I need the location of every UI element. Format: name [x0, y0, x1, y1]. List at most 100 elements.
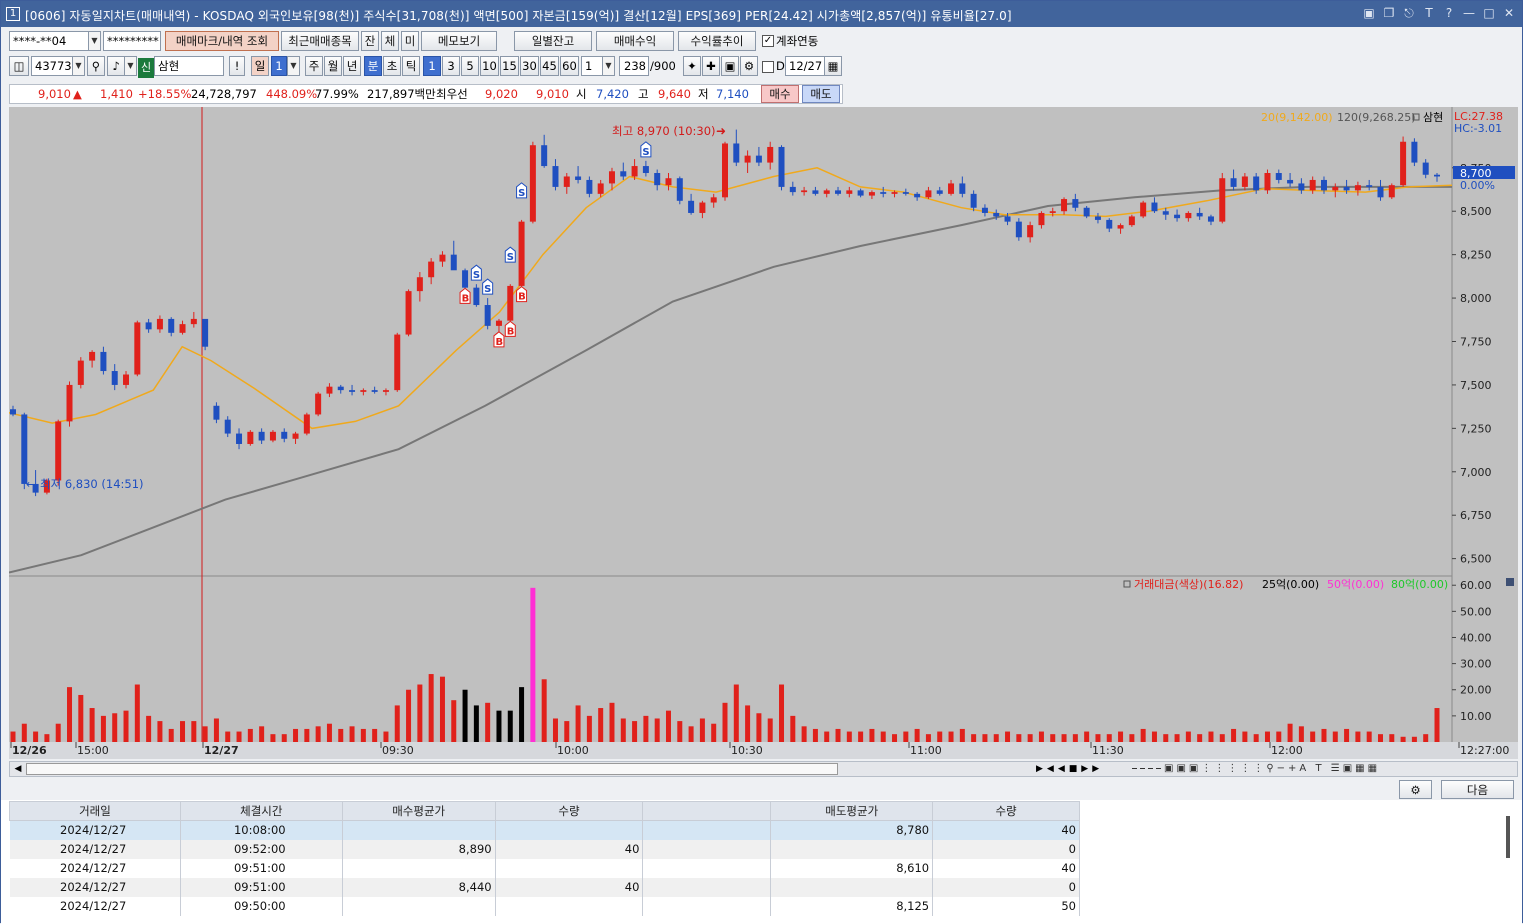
gear-icon[interactable]: ⚙ — [1399, 780, 1432, 799]
stock-name-field[interactable]: 삼현 — [154, 56, 224, 76]
candle-body — [541, 145, 548, 167]
price-change: 1,410 — [100, 87, 133, 101]
playback-controls[interactable]: ▶◀◀■▶▶ — [1036, 763, 1126, 775]
stock-code-input[interactable]: 437730 — [31, 56, 73, 76]
price-tick-label: 6,500 — [1460, 553, 1492, 566]
sell-button[interactable]: 매도 — [802, 85, 840, 103]
period-week[interactable]: 주 — [305, 56, 323, 76]
maximize-icon[interactable]: □ — [1482, 5, 1496, 21]
date-check-label: D — [776, 59, 785, 73]
alert-button[interactable]: ! — [229, 56, 245, 76]
col-sell-qty[interactable]: 수량 — [932, 801, 1080, 821]
cell-sell-qty: 0 — [932, 877, 1080, 897]
horizontal-scrollbar[interactable] — [26, 763, 838, 775]
period-tick[interactable]: 틱 — [402, 56, 420, 76]
tab-balance[interactable]: 잔 — [361, 31, 379, 51]
indicator-icon[interactable]: ✦ — [683, 56, 701, 76]
period-second[interactable]: 초 — [383, 56, 401, 76]
date-checkbox[interactable] — [762, 61, 774, 73]
buy-button[interactable]: 매수 — [761, 85, 799, 103]
col-exec-time[interactable]: 체결시간 — [179, 801, 343, 821]
account-link-checkbox[interactable]: ✓ — [762, 35, 774, 47]
restore-icon[interactable]: ▣ — [1362, 5, 1376, 21]
interval-10[interactable]: 10 — [480, 56, 499, 76]
font-icon[interactable]: T — [1422, 5, 1436, 21]
volume-bar — [67, 687, 73, 742]
table-row[interactable]: 2024/12/27 09:51:00 8,440 40 0 — [9, 877, 1080, 897]
close-icon[interactable]: ✕ — [1502, 5, 1516, 21]
grid-scrollbar[interactable] — [1506, 816, 1510, 858]
mark-label: S — [518, 188, 525, 199]
layout-icon[interactable]: ◫ — [9, 56, 29, 76]
col-sell-avg[interactable]: 매도평균가 — [770, 801, 934, 821]
account-input[interactable]: ****-**04 — [9, 31, 89, 51]
calendar-icon[interactable]: ▦ — [824, 56, 842, 76]
col-buy-qty[interactable]: 수량 — [494, 801, 644, 821]
interval-15[interactable]: 15 — [500, 56, 519, 76]
chart-area[interactable]: 8,7508,5008,2508,0007,7507,5007,2507,000… — [8, 107, 1518, 759]
interval-5[interactable]: 5 — [461, 56, 479, 76]
volume-bar — [801, 726, 807, 742]
period-day[interactable]: 일 — [251, 56, 269, 76]
interval-60[interactable]: 60 — [560, 56, 579, 76]
table-row[interactable]: 2024/12/27 09:50:00 8,125 50 — [9, 896, 1080, 916]
candle-body — [1241, 176, 1248, 187]
save-icon[interactable]: ▣ — [721, 56, 739, 76]
copy-icon[interactable]: ❐ — [1382, 5, 1396, 21]
table-row[interactable]: 2024/12/27 09:51:00 8,610 40 — [9, 858, 1080, 878]
speaker-icon[interactable]: ♪ — [107, 56, 125, 76]
account-toolbar: ****-**04 ▼ ********* 매매마크/내역 조회 최근매매종목 … — [1, 31, 1522, 55]
volume-bar — [632, 721, 638, 742]
tab-filled[interactable]: 체 — [381, 31, 399, 51]
interval-1[interactable]: 1 — [423, 56, 441, 76]
candle-body — [1320, 179, 1327, 191]
chevron-down-icon[interactable]: ▼ — [602, 56, 615, 76]
return-trend-button[interactable]: 수익률추이 — [678, 31, 756, 51]
col-buy-avg[interactable]: 매수평균가 — [341, 801, 496, 821]
period-month[interactable]: 월 — [324, 56, 342, 76]
chevron-down-icon[interactable]: ▼ — [88, 31, 101, 51]
daily-balance-button[interactable]: 일별잔고 — [514, 31, 592, 51]
trade-profit-button[interactable]: 매매수익 — [596, 31, 674, 51]
volume-bar — [948, 731, 954, 742]
pin-icon[interactable]: ⎋ — [1402, 5, 1416, 21]
candle-body — [247, 431, 254, 444]
period-day-count[interactable]: 1 — [271, 56, 287, 76]
price-chart[interactable]: 8,7508,5008,2508,0007,7507,5007,2507,000… — [8, 107, 1518, 759]
bar-count-input[interactable]: 238 — [619, 56, 649, 76]
volume-bar — [247, 728, 253, 742]
period-minute[interactable]: 분 — [364, 56, 382, 76]
table-row[interactable]: 2024/12/27 10:08:00 8,780 40 — [9, 820, 1080, 840]
col-trade-date[interactable]: 거래일 — [9, 801, 181, 821]
trade-mark-button[interactable]: 매매마크/내역 조회 — [165, 31, 279, 51]
candle-body — [767, 146, 774, 163]
crosshair-icon[interactable]: ✚ — [702, 56, 720, 76]
custom-interval-input[interactable]: 1 — [581, 56, 603, 76]
interval-45[interactable]: 45 — [540, 56, 559, 76]
interval-3[interactable]: 3 — [442, 56, 460, 76]
candle-body — [1027, 225, 1034, 238]
chevron-down-icon[interactable]: ▼ — [124, 56, 137, 76]
gear-icon[interactable]: ⚙ — [740, 56, 758, 76]
recent-stocks-button[interactable]: 최근매매종목 — [281, 31, 359, 51]
drawing-tools[interactable]: ⎯⎯⎯⎯▣▣▣⋮⋮⋮⋮⋮⚲−+A T ☰▣▦▦ — [1132, 763, 1512, 775]
interval-30[interactable]: 30 — [520, 56, 539, 76]
volume-bar — [100, 715, 106, 742]
volume-bar — [1061, 734, 1067, 742]
app-icon[interactable]: 1 — [6, 7, 20, 21]
chevron-down-icon[interactable]: ▼ — [287, 56, 300, 76]
search-icon[interactable]: ⚲ — [87, 56, 105, 76]
table-row[interactable]: 2024/12/27 09:52:00 8,890 40 0 — [9, 839, 1080, 859]
chevron-down-icon[interactable]: ▼ — [72, 56, 85, 76]
memo-button[interactable]: 메모보기 — [421, 31, 497, 51]
next-button[interactable]: 다음 — [1441, 780, 1514, 799]
password-input[interactable]: ********* — [103, 31, 161, 51]
volume-bar — [812, 728, 818, 742]
scroll-left-icon[interactable]: ◀ — [12, 763, 24, 775]
help-icon[interactable]: ? — [1442, 5, 1456, 21]
date-input[interactable]: 12/27 — [785, 56, 825, 76]
tab-unfilled[interactable]: 미 — [401, 31, 419, 51]
volume-bar — [304, 728, 310, 742]
minimize-icon[interactable]: — — [1462, 5, 1476, 21]
period-year[interactable]: 년 — [343, 56, 361, 76]
